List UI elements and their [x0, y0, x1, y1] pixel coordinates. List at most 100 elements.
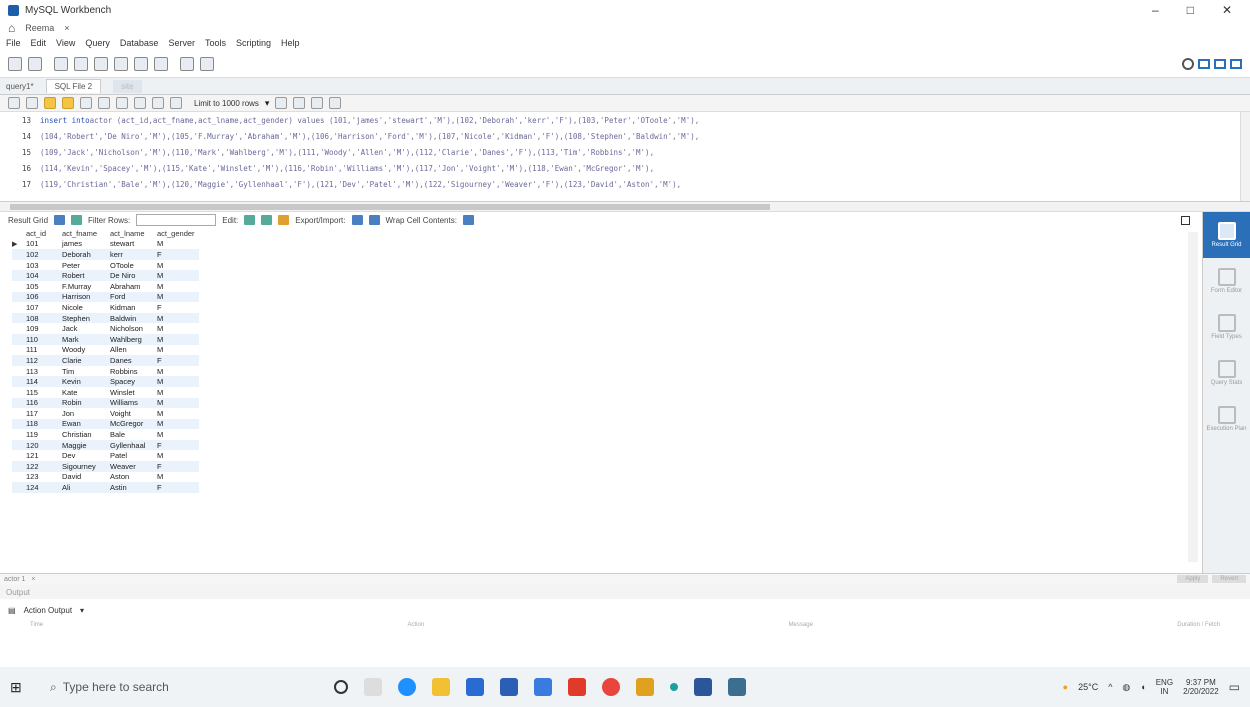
sublime-icon[interactable]	[636, 678, 654, 696]
table-row[interactable]: 120 Maggie Gyllenhaal F	[12, 439, 199, 451]
table-cell[interactable]: Spacey	[106, 377, 153, 386]
table-cell[interactable]: M	[153, 282, 199, 291]
table-cell[interactable]: 116	[22, 398, 58, 407]
table-cell[interactable]: M	[153, 472, 199, 481]
tab-site[interactable]: site	[113, 79, 142, 93]
settings-icon[interactable]	[1182, 57, 1194, 70]
result-grid[interactable]: act_id act_fname act_lname act_gender ▶ 1…	[12, 228, 199, 493]
mysql-workbench-icon[interactable]	[728, 678, 746, 696]
reconnect-icon[interactable]	[200, 56, 214, 71]
table-cell[interactable]: Winslet	[106, 388, 153, 397]
language-indicator[interactable]: ENG IN	[1156, 678, 1173, 696]
stop-icon[interactable]	[98, 97, 110, 109]
table-cell[interactable]: Kevin	[58, 377, 106, 386]
editor-vertical-scrollbar[interactable]	[1240, 112, 1250, 201]
table-cell[interactable]: F	[153, 441, 199, 450]
menu-edit[interactable]: Edit	[31, 38, 47, 48]
word-icon[interactable]	[694, 678, 712, 696]
revert-button[interactable]: Revert	[1212, 575, 1246, 583]
office-icon[interactable]	[568, 678, 586, 696]
tab-query1[interactable]: query1*	[6, 82, 34, 91]
table-cell[interactable]: M	[153, 261, 199, 270]
column-header[interactable]: act_lname	[106, 229, 153, 238]
table-cell[interactable]: Ford	[106, 292, 153, 301]
table-cell[interactable]: M	[153, 377, 199, 386]
mail-icon[interactable]	[466, 678, 484, 696]
table-row[interactable]: 112 Clarie Danes F	[12, 355, 199, 366]
table-row[interactable]: 119 Christian Bale M	[12, 429, 199, 440]
menu-server[interactable]: Server	[168, 38, 195, 48]
table-cell[interactable]: Robbins	[106, 367, 153, 376]
table-cell[interactable]: M	[153, 430, 199, 439]
table-cell[interactable]: M	[153, 367, 199, 376]
column-header[interactable]: act_id	[22, 229, 58, 238]
side-form-editor[interactable]: Form Editor	[1203, 258, 1250, 304]
table-cell[interactable]: Clarie	[58, 356, 106, 365]
table-cell[interactable]: M	[153, 335, 199, 344]
cortana-icon[interactable]	[334, 680, 348, 694]
table-cell[interactable]: Patel	[106, 451, 153, 460]
table-cell[interactable]: 102	[22, 250, 58, 259]
grid-icon[interactable]	[54, 215, 66, 225]
open-sql-script-icon[interactable]	[28, 56, 42, 71]
menu-file[interactable]: File	[6, 38, 21, 48]
table-row[interactable]: 124 Ali Astin F	[12, 482, 199, 493]
menu-database[interactable]: Database	[120, 38, 159, 48]
table-row[interactable]: 102 Deborah kerr F	[12, 249, 199, 260]
table-cell[interactable]: Bale	[106, 430, 153, 439]
table-cell[interactable]: Maggie	[58, 441, 106, 450]
table-cell[interactable]: 113	[22, 367, 58, 376]
table-cell[interactable]: Robin	[58, 398, 106, 407]
network-icon[interactable]: ◍	[1122, 682, 1130, 693]
save-icon[interactable]	[26, 97, 38, 109]
store-icon[interactable]	[500, 678, 518, 696]
table-cell[interactable]: Harrison	[58, 292, 106, 301]
table-row[interactable]: 107 Nicole Kidman F	[12, 302, 199, 313]
table-cell[interactable]: F	[153, 483, 199, 492]
table-cell[interactable]: F	[153, 356, 199, 365]
commit-icon[interactable]	[134, 97, 146, 109]
beautify-icon[interactable]	[275, 97, 288, 109]
app-dot-icon[interactable]	[670, 683, 678, 691]
chevron-down-icon[interactable]: ▾	[265, 98, 270, 109]
toggle-output-icon[interactable]	[1214, 58, 1226, 69]
table-cell[interactable]: 121	[22, 451, 58, 460]
home-icon[interactable]: ⌂	[8, 21, 15, 35]
table-cell[interactable]: Stephen	[58, 314, 106, 323]
table-cell[interactable]: Woody	[58, 345, 106, 354]
table-cell[interactable]: Tim	[58, 367, 106, 376]
table-cell[interactable]: Nicole	[58, 303, 106, 312]
edge-icon[interactable]	[398, 678, 416, 696]
menu-query[interactable]: Query	[85, 38, 110, 48]
search-table-icon[interactable]	[180, 56, 194, 71]
column-header[interactable]: act_gender	[153, 229, 199, 238]
table-cell[interactable]: 124	[22, 483, 58, 492]
table-cell[interactable]: Deborah	[58, 250, 106, 259]
menu-tools[interactable]: Tools	[205, 38, 226, 48]
table-cell[interactable]: M	[153, 345, 199, 354]
table-cell[interactable]: Christian	[58, 430, 106, 439]
table-cell[interactable]: 108	[22, 314, 58, 323]
table-cell[interactable]: F	[153, 303, 199, 312]
column-header[interactable]: act_fname	[58, 229, 106, 238]
table-cell[interactable]: Jon	[58, 409, 106, 418]
table-cell[interactable]: M	[153, 324, 199, 333]
autocommit-icon[interactable]	[170, 97, 182, 109]
table-cell[interactable]: F	[153, 250, 199, 259]
table-cell[interactable]: Danes	[106, 356, 153, 365]
table-cell[interactable]: Kate	[58, 388, 106, 397]
table-cell[interactable]: 107	[22, 303, 58, 312]
minimize-button[interactable]: –	[1152, 3, 1159, 17]
tab-sql-file-2[interactable]: SQL File 2	[45, 79, 102, 93]
weather-icon[interactable]: ●	[1063, 682, 1068, 692]
side-field-types[interactable]: Field Types	[1203, 304, 1250, 350]
tab-actor-1[interactable]: actor 1	[4, 576, 25, 583]
table-cell[interactable]: Williams	[106, 398, 153, 407]
delete-row-icon[interactable]	[278, 215, 290, 225]
table-cell[interactable]: 122	[22, 462, 58, 471]
table-cell[interactable]: 120	[22, 441, 58, 450]
volume-icon[interactable]: ◖	[1140, 682, 1145, 692]
table-cell[interactable]: Peter	[58, 261, 106, 270]
create-table-icon[interactable]	[94, 56, 108, 71]
menu-view[interactable]: View	[56, 38, 75, 48]
